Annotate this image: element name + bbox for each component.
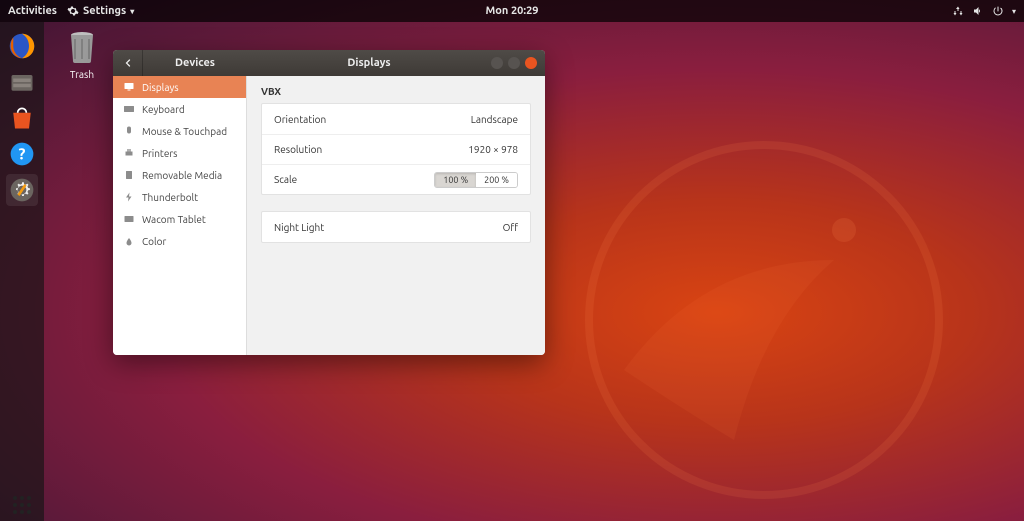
system-tray[interactable]: ▾	[952, 5, 1016, 17]
resolution-row[interactable]: Resolution 1920 × 978	[262, 134, 530, 164]
chevron-left-icon	[122, 57, 134, 69]
shopping-bag-icon	[8, 104, 36, 132]
display-icon	[123, 81, 135, 93]
orientation-label: Orientation	[274, 114, 326, 125]
sidebar-item-keyboard[interactable]: Keyboard	[113, 98, 246, 120]
desktop-trash[interactable]: Trash	[56, 28, 108, 80]
tablet-icon	[123, 213, 135, 225]
appmenu-label: Settings	[83, 5, 126, 17]
files-icon	[8, 68, 36, 96]
thunderbolt-icon	[123, 191, 135, 203]
sidebar-label: Wacom Tablet	[142, 214, 206, 225]
dock-settings[interactable]	[6, 174, 38, 206]
window-title: Displays	[247, 57, 491, 69]
sidebar-label: Removable Media	[142, 170, 222, 181]
resolution-label: Resolution	[274, 144, 322, 155]
settings-window: Devices Displays Displays Keyboard Mouse…	[113, 50, 545, 355]
maximize-button[interactable]	[508, 57, 520, 69]
svg-text:?: ?	[19, 144, 26, 162]
sidebar-item-color[interactable]: Color	[113, 230, 246, 252]
sidebar-item-thunderbolt[interactable]: Thunderbolt	[113, 186, 246, 208]
display-settings-card: Orientation Landscape Resolution 1920 × …	[261, 103, 531, 195]
orientation-value: Landscape	[471, 114, 518, 125]
titlebar-section: Devices	[143, 57, 247, 69]
dock-files[interactable]	[6, 66, 38, 98]
help-icon: ?	[8, 140, 36, 168]
show-applications[interactable]	[6, 489, 38, 521]
wallpaper-bird	[504, 110, 1004, 510]
scale-row: Scale 100 % 200 %	[262, 164, 530, 194]
settings-icon	[8, 176, 36, 204]
sidebar-item-removable[interactable]: Removable Media	[113, 164, 246, 186]
dock-help[interactable]: ?	[6, 138, 38, 170]
media-icon	[123, 169, 135, 181]
dock-software[interactable]	[6, 102, 38, 134]
printer-icon	[123, 147, 135, 159]
sidebar-label: Color	[142, 236, 166, 247]
scale-100-button[interactable]: 100 %	[435, 173, 476, 187]
keyboard-icon	[123, 103, 135, 115]
sidebar-label: Displays	[142, 82, 179, 93]
volume-icon	[972, 5, 984, 17]
sidebar-item-wacom[interactable]: Wacom Tablet	[113, 208, 246, 230]
firefox-icon	[8, 32, 36, 60]
sidebar-label: Mouse & Touchpad	[142, 126, 227, 137]
resolution-value: 1920 × 978	[468, 144, 518, 155]
network-icon	[952, 5, 964, 17]
trash-label: Trash	[70, 69, 94, 80]
dock-firefox[interactable]	[6, 30, 38, 62]
color-icon	[123, 235, 135, 247]
titlebar[interactable]: Devices Displays	[113, 50, 545, 76]
scale-label: Scale	[274, 174, 297, 185]
sidebar-item-displays[interactable]: Displays	[113, 76, 246, 98]
night-light-row[interactable]: Night Light Off	[262, 212, 530, 242]
dock: ?	[0, 22, 44, 521]
power-icon	[992, 5, 1004, 17]
top-bar: Activities Settings ▾ Mon 20:29 ▾	[0, 0, 1024, 22]
display-device-name: VBX	[261, 86, 531, 97]
chevron-down-icon: ▾	[1012, 7, 1016, 16]
displays-panel: VBX Orientation Landscape Resolution 192…	[247, 76, 545, 355]
sidebar-label: Printers	[142, 148, 177, 159]
sidebar-label: Keyboard	[142, 104, 185, 115]
nightlight-label: Night Light	[274, 222, 324, 233]
back-button[interactable]	[113, 50, 143, 76]
appmenu-settings[interactable]: Settings ▾	[67, 5, 134, 17]
night-light-card: Night Light Off	[261, 211, 531, 243]
chevron-down-icon: ▾	[130, 7, 134, 16]
settings-sidebar: Displays Keyboard Mouse & Touchpad Print…	[113, 76, 247, 355]
nightlight-value: Off	[503, 222, 518, 233]
clock[interactable]: Mon 20:29	[486, 5, 539, 17]
sidebar-item-mouse[interactable]: Mouse & Touchpad	[113, 120, 246, 142]
grid-icon	[12, 495, 32, 515]
gear-icon	[67, 5, 79, 17]
close-button[interactable]	[525, 57, 537, 69]
sidebar-label: Thunderbolt	[142, 192, 198, 203]
activities-button[interactable]: Activities	[8, 5, 57, 17]
orientation-row[interactable]: Orientation Landscape	[262, 104, 530, 134]
mouse-icon	[123, 125, 135, 137]
minimize-button[interactable]	[491, 57, 503, 69]
trash-icon	[65, 29, 99, 65]
scale-200-button[interactable]: 200 %	[476, 173, 517, 187]
sidebar-item-printers[interactable]: Printers	[113, 142, 246, 164]
